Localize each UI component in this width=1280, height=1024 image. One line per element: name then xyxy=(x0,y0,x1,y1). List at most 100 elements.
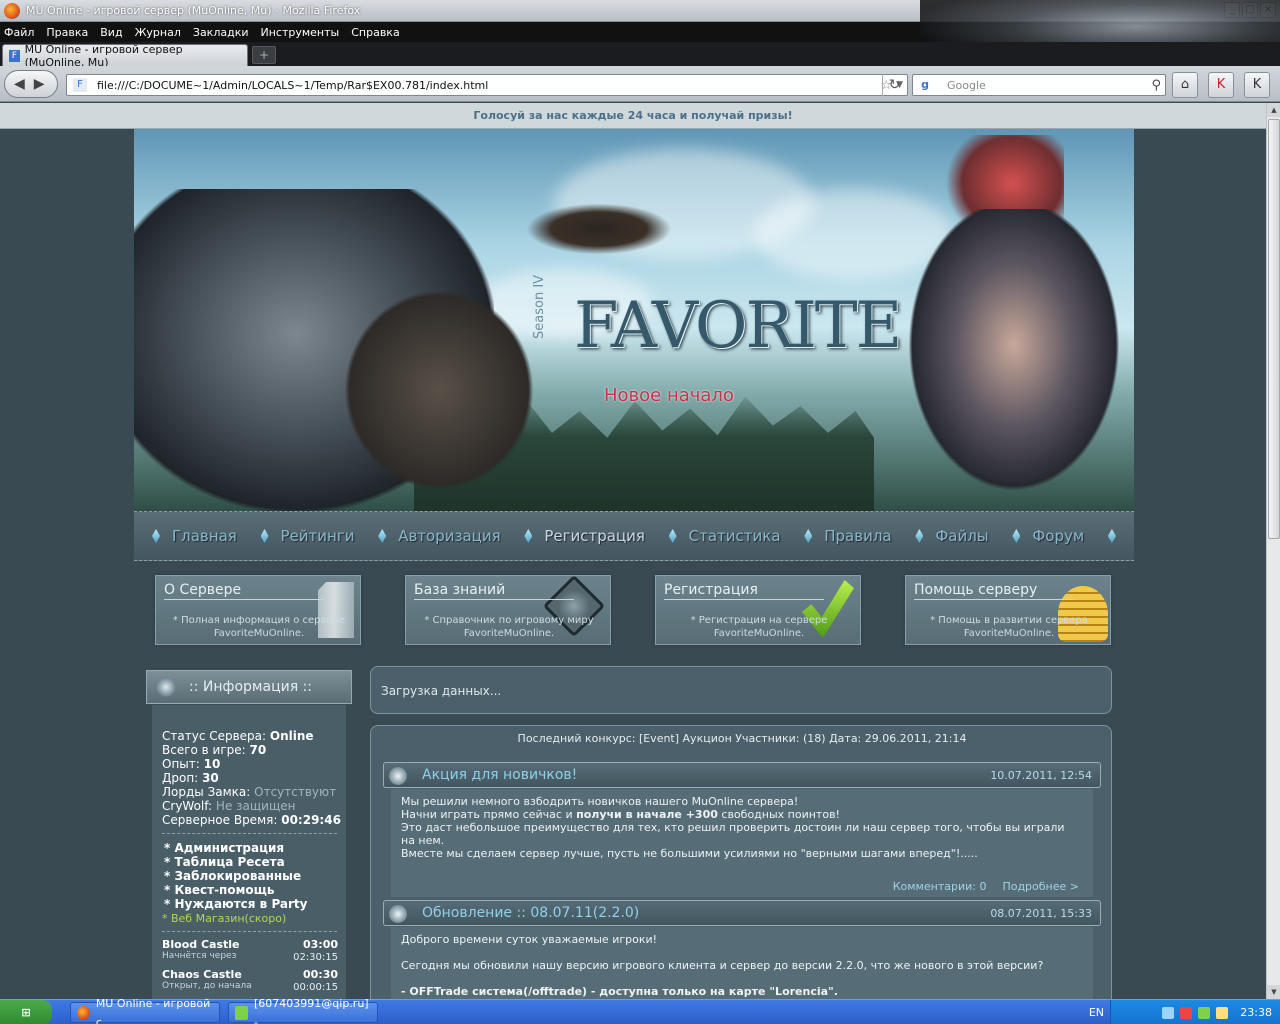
logo-season: Season IV xyxy=(532,274,547,339)
link-administration[interactable]: * Администрация xyxy=(164,841,284,855)
crywolf-status: CryWolf: Не защищен xyxy=(162,799,296,813)
link-party-need[interactable]: * Нуждаются в Party xyxy=(164,897,307,911)
site-banner: Season IV FAVORITE Новое начало xyxy=(134,129,1134,511)
warrior-woman-graphic xyxy=(894,209,1134,511)
news-container: Последний конкурс: [Event] Аукцион Участ… xyxy=(370,725,1112,999)
eagle-graphic xyxy=(514,199,684,259)
news-title[interactable]: Акция для новичков! xyxy=(422,767,577,783)
menu-history[interactable]: Журнал xyxy=(135,26,181,39)
link-banned[interactable]: * Заблокированные xyxy=(164,869,301,883)
menu-tools[interactable]: Инструменты xyxy=(261,26,340,39)
nav-item-home[interactable]: Главная xyxy=(152,527,237,545)
beast-graphic xyxy=(324,269,554,511)
menu-view[interactable]: Вид xyxy=(100,26,122,39)
tab-favicon: F xyxy=(9,49,20,62)
news-date: 10.07.2011, 12:54 xyxy=(990,769,1092,782)
feature-desc: * Регистрация на сервере xyxy=(690,615,828,626)
url-bar[interactable]: F file:///C:/DOCUME~1/Admin/LOCALS~1/Tem… xyxy=(66,74,908,96)
search-placeholder[interactable]: Google xyxy=(947,79,1151,92)
tray-qip-icon[interactable] xyxy=(1198,1006,1211,1019)
search-icon[interactable]: ⚲ xyxy=(1151,78,1161,93)
feature-desc: * Полная информация о сервере xyxy=(172,615,346,626)
tray-antivirus-icon[interactable] xyxy=(1180,1006,1193,1019)
back-arrow-icon[interactable]: ◀ xyxy=(14,76,25,92)
gem-icon xyxy=(915,529,924,543)
vote-banner[interactable]: Голосуй за нас каждые 24 часа и получай … xyxy=(0,103,1266,129)
taskbar-item-firefox[interactable]: MU Online - игровой с... xyxy=(70,997,220,1024)
drop-rate: Дроп: 30 xyxy=(162,771,219,785)
feature-help-server[interactable]: Помощь серверу * Помощь в развитии серве… xyxy=(905,575,1111,645)
scroll-thumb[interactable] xyxy=(1268,119,1280,539)
news-header[interactable]: Акция для новичков! 10.07.2011, 12:54 xyxy=(383,762,1101,788)
nav-item-rules[interactable]: Правила xyxy=(804,527,892,545)
kaspersky-icon[interactable]: K xyxy=(1208,72,1234,98)
reload-icon[interactable]: ↻ xyxy=(882,74,906,96)
addon-k-icon[interactable]: K xyxy=(1244,72,1270,98)
news-body: Мы решили немного взбодрить новичков наш… xyxy=(391,789,1093,897)
link-web-shop[interactable]: * Веб Магазин(скоро) xyxy=(162,912,286,925)
feature-desc-site: FavoriteMuOnline. xyxy=(463,628,555,639)
home-icon[interactable]: ⌂ xyxy=(1172,72,1198,98)
url-text[interactable]: file:///C:/DOCUME~1/Admin/LOCALS~1/Temp/… xyxy=(97,79,880,92)
maximize-button[interactable]: □ xyxy=(1242,2,1258,18)
nav-item-files[interactable]: Файлы xyxy=(915,527,989,545)
link-quest-help[interactable]: * Квест-помощь xyxy=(164,883,274,897)
scroll-down-arrow-icon[interactable]: ▼ xyxy=(1267,985,1280,999)
browser-tab[interactable]: F MU Online - игровой сервер (MuOnline, … xyxy=(2,42,248,69)
windows-taskbar: ⊞ MU Online - игровой с... [607403991@qi… xyxy=(0,997,1280,1024)
loading-box: Загрузка данных... xyxy=(370,666,1112,714)
menu-help[interactable]: Справка xyxy=(351,26,399,39)
more-link[interactable]: Подробнее > xyxy=(1002,880,1079,893)
menu-bookmarks[interactable]: Закладки xyxy=(193,26,249,39)
gem-icon xyxy=(378,529,387,543)
feature-title: Регистрация xyxy=(664,582,758,598)
search-bar[interactable]: g Google ⚲ xyxy=(912,74,1166,96)
scroll-up-arrow-icon[interactable]: ▲ xyxy=(1267,103,1280,117)
taskbar-item-qip[interactable]: [607403991@qip.ru] -... xyxy=(228,997,378,1024)
logo-title: FAVORITE xyxy=(574,289,902,363)
system-tray: 23:38 xyxy=(1110,1000,1280,1024)
page-scrollbar[interactable]: ▲ ▼ xyxy=(1266,103,1280,999)
nav-item-ratings[interactable]: Рейтинги xyxy=(260,527,354,545)
tab-label: MU Online - игровой сервер (MuOnline, Mu… xyxy=(24,42,183,69)
google-icon[interactable]: g xyxy=(917,77,933,93)
forward-arrow-icon[interactable]: ▶ xyxy=(34,76,45,92)
gem-icon xyxy=(260,529,269,543)
feature-knowledge-base[interactable]: База знаний * Справочник по игровому мир… xyxy=(405,574,611,645)
page-viewport: Голосуй за нас каждые 24 часа и получай … xyxy=(0,103,1266,999)
start-button[interactable]: ⊞ xyxy=(0,1000,52,1024)
feature-registration[interactable]: Регистрация * Регистрация на сервере Favo… xyxy=(655,575,861,645)
nav-item-stats[interactable]: Статистика xyxy=(668,527,781,545)
clock: 23:38 xyxy=(1240,1006,1272,1019)
gem-icon xyxy=(668,529,677,543)
language-indicator[interactable]: EN xyxy=(1089,1000,1104,1024)
link-reset-table[interactable]: * Таблица Ресета xyxy=(164,855,285,869)
feature-title: Помощь серверу xyxy=(914,582,1038,598)
tray-volume-icon[interactable] xyxy=(1216,1006,1229,1019)
close-button[interactable]: × xyxy=(1260,2,1276,18)
nav-item-forum[interactable]: Форум xyxy=(1012,527,1084,545)
feature-desc: * Помощь в развитии сервера xyxy=(930,615,1088,626)
comments-link[interactable]: Комментарии: 0 xyxy=(893,880,987,893)
news-title[interactable]: Обновление :: 08.07.11(2.2.0) xyxy=(422,905,639,921)
minimize-button[interactable]: _ xyxy=(1224,2,1240,18)
feature-desc-site: FavoriteMuOnline. xyxy=(213,628,305,639)
tray-network-icon[interactable] xyxy=(1162,1006,1175,1019)
last-contest[interactable]: Последний конкурс: [Event] Аукцион Участ… xyxy=(371,732,1113,745)
page-favicon: F xyxy=(73,78,87,92)
nav-item-register[interactable]: Регистрация xyxy=(524,527,645,545)
menu-edit[interactable]: Правка xyxy=(46,26,88,39)
gem-icon xyxy=(804,529,813,543)
news-header[interactable]: Обновление :: 08.07.11(2.2.0) 08.07.2011… xyxy=(383,900,1101,926)
menu-file[interactable]: Файл xyxy=(4,26,34,39)
gem-icon xyxy=(1012,529,1021,543)
site-navigation: Главная Рейтинги Авторизация Регистрация… xyxy=(134,511,1134,561)
gem-icon xyxy=(524,529,533,543)
new-tab-button[interactable]: + xyxy=(252,46,276,64)
navigation-bar: ◀ ▶ F file:///C:/DOCUME~1/Admin/LOCALS~1… xyxy=(0,66,1280,102)
emblem-icon xyxy=(387,765,409,787)
feature-about-server[interactable]: О Сервере * Полная информация о сервере F… xyxy=(155,575,361,645)
back-forward-buttons[interactable]: ◀ ▶ xyxy=(4,70,58,98)
nav-item-login[interactable]: Авторизация xyxy=(378,527,501,545)
firefox-icon xyxy=(4,2,20,19)
